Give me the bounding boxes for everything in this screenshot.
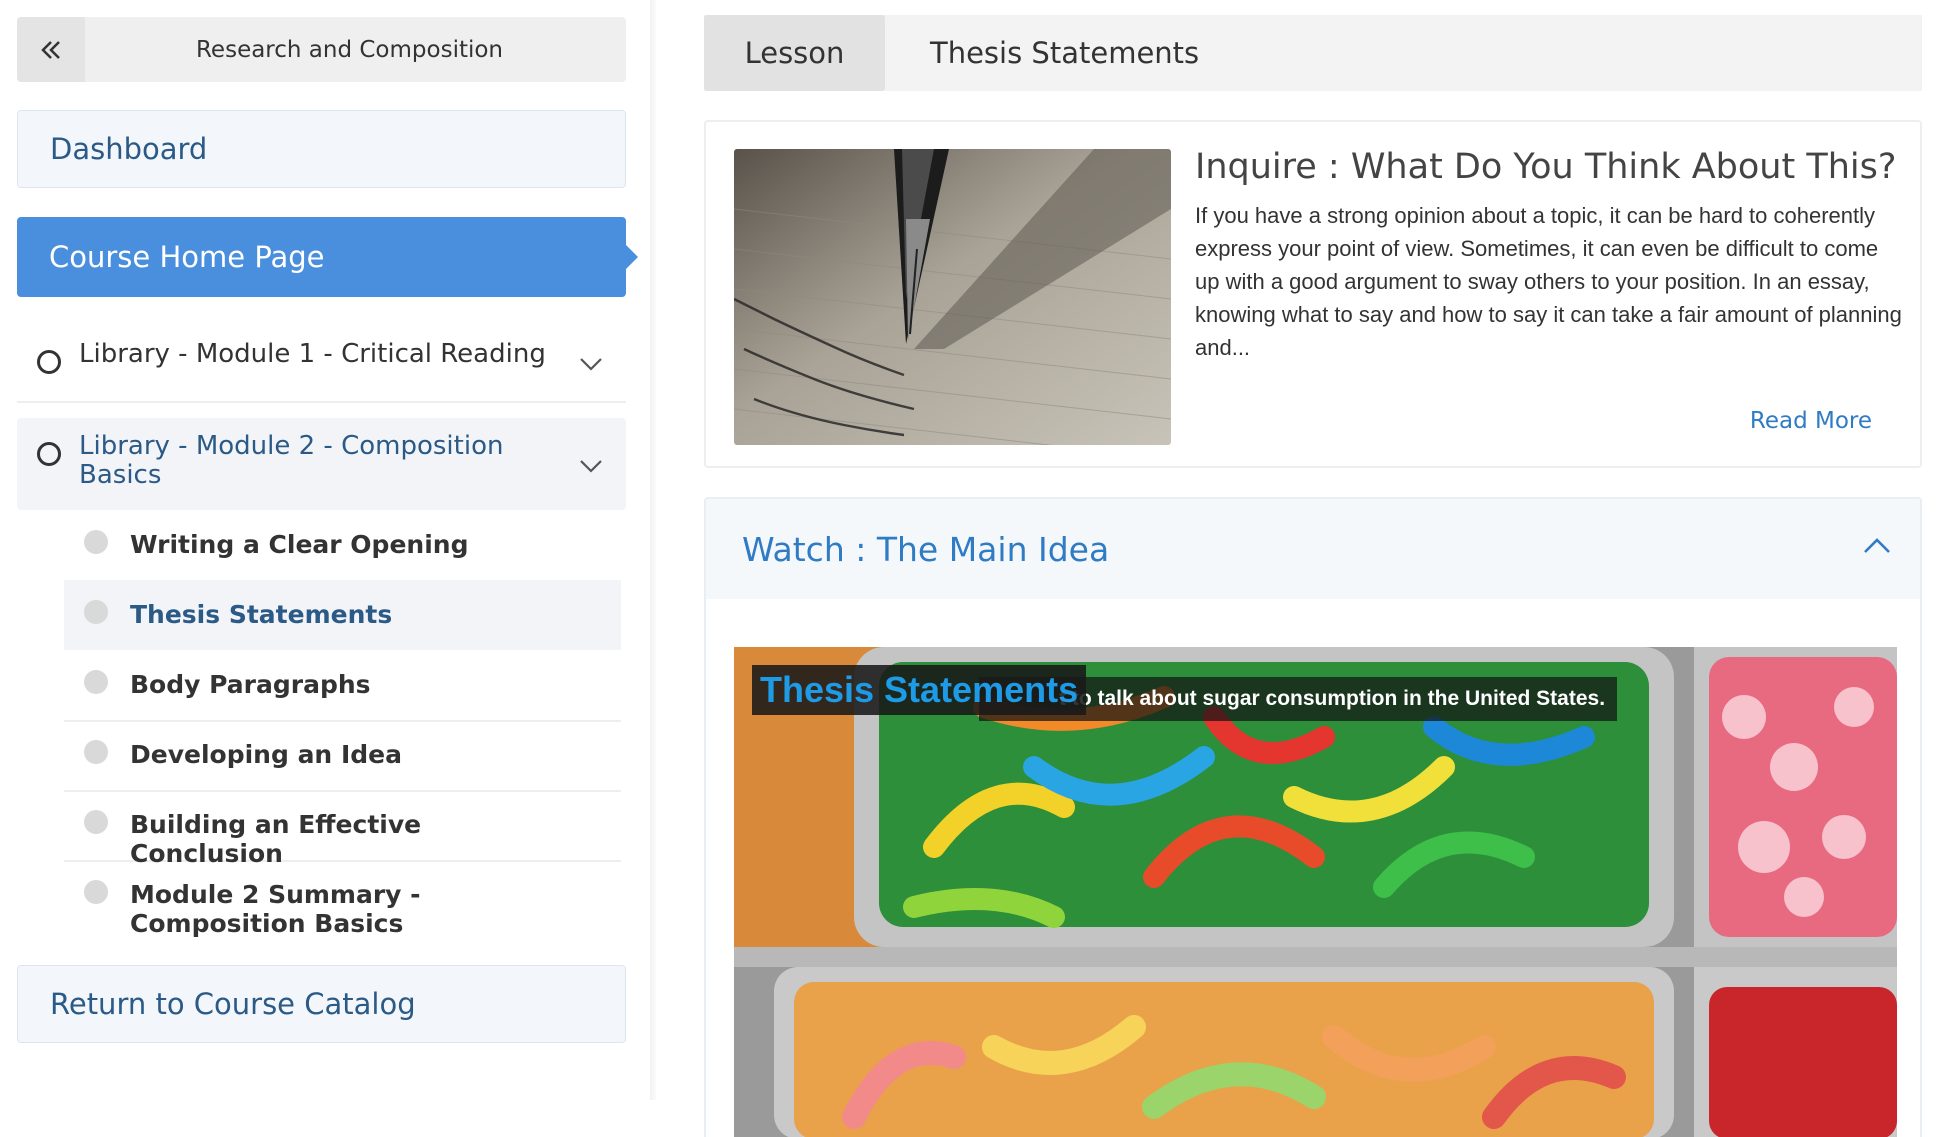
tab-lesson[interactable]: Lesson [704,15,885,91]
lesson-item[interactable]: Module 2 Summary - Composition Basics [64,862,621,942]
circle-filled-icon [84,810,108,834]
circle-filled-icon [84,530,108,554]
inquire-title: Inquire : What Do You Think About This? [1195,147,1897,187]
inquire-card: Inquire : What Do You Think About This? … [704,120,1922,468]
chevron-up-icon[interactable] [1862,535,1892,555]
circle-filled-icon [84,880,108,904]
course-home-page-link[interactable]: Course Home Page [17,217,638,297]
sidebar-divider [650,0,656,1100]
module-2-item[interactable]: Library - Module 2 - Composition Basics [17,418,626,510]
lesson-item[interactable]: Building an Effective Conclusion [64,792,621,868]
video-caption-text: t to talk about sugar consumption in the… [1059,687,1606,710]
course-header: Research and Composition [17,17,626,82]
circle-outline-icon [37,442,61,466]
lesson-label: Module 2 Summary - Composition Basics [130,880,421,938]
module-label: Library - Module 1 - Critical Reading [79,339,546,369]
read-more-link[interactable]: Read More [1750,408,1872,434]
circle-filled-icon [84,670,108,694]
lesson-label: Thesis Statements [130,600,393,629]
module-1-item[interactable]: Library - Module 1 - Critical Reading [17,318,626,403]
lesson-label: Developing an Idea [130,740,402,769]
pen-writing-image [734,149,1171,445]
course-sidebar: Research and Composition Dashboard Cours… [0,0,650,1137]
lesson-label: Writing a Clear Opening [130,530,469,559]
double-chevron-left-icon [41,40,60,59]
inquire-body: If you have a strong opinion about a top… [1195,203,1902,360]
tab-bar: Lesson Thesis Statements [704,15,1922,91]
lesson-label: Body Paragraphs [130,670,371,699]
video-player[interactable]: t to talk about sugar consumption in the… [734,647,1897,1137]
lesson-item[interactable]: Body Paragraphs [64,652,621,722]
watch-title: Watch : The Main Idea [742,529,1110,569]
chevron-down-icon[interactable] [578,458,604,474]
circle-filled-icon [84,740,108,764]
lesson-label: Building an Effective Conclusion [130,810,422,868]
dashboard-link[interactable]: Dashboard [17,110,626,188]
lesson-item[interactable]: Developing an Idea [64,722,621,792]
watch-header[interactable]: Watch : The Main Idea [706,499,1920,599]
chevron-down-icon[interactable] [578,356,604,372]
circle-filled-icon [84,600,108,624]
collapse-sidebar-button[interactable] [17,17,85,82]
circle-outline-icon [37,350,61,374]
video-title: Thesis Statements [760,669,1079,710]
watch-card: Watch : The Main Idea t to talk about su… [704,497,1922,1137]
video-title-overlay: Thesis Statements [752,665,1087,715]
course-title: Research and Composition [195,36,504,63]
return-to-catalog-link[interactable]: Return to Course Catalog [17,965,626,1043]
tab-thesis-statements[interactable]: Thesis Statements [885,15,1199,91]
module-label: Library - Module 2 - Composition Basics [79,431,504,490]
lesson-item-active[interactable]: Thesis Statements [64,580,621,650]
